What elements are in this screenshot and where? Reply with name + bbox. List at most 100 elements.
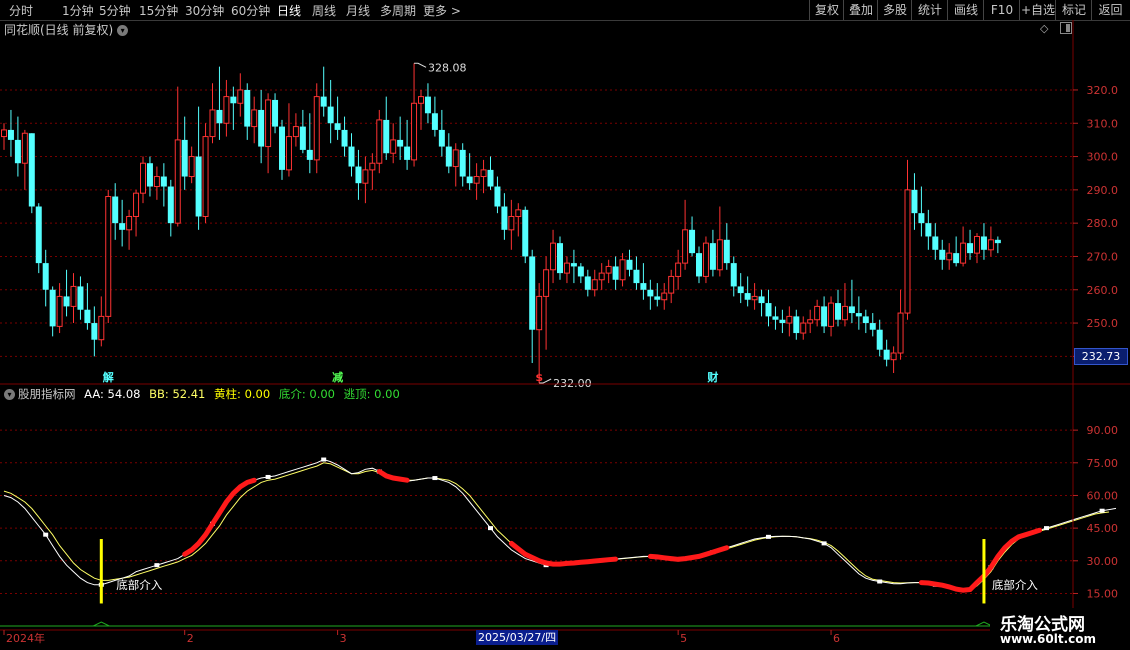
yellow-signal-bar	[982, 539, 986, 604]
price-tick-label: 300.0	[1087, 151, 1119, 164]
candle-body	[723, 239, 730, 264]
candle-body	[848, 306, 855, 314]
candle-body	[272, 99, 279, 127]
candle-body	[362, 169, 369, 184]
candle-body	[230, 96, 237, 104]
candle-body	[223, 96, 230, 124]
candle-body	[835, 303, 841, 320]
candle-body	[209, 109, 216, 138]
bb-label: BB:	[149, 387, 169, 401]
price-tick-label: 310.0	[1087, 117, 1119, 130]
candle-body	[369, 162, 376, 171]
candle-body	[612, 266, 619, 280]
candle-body	[494, 186, 501, 207]
indicator-name: 股朋指标网	[18, 387, 76, 401]
candle-body	[946, 252, 953, 261]
candle-body	[473, 176, 480, 184]
indicator-tick-label: 60.00	[1087, 489, 1119, 502]
aa-marker	[821, 541, 827, 546]
candle-body	[334, 123, 341, 130]
candle-body	[140, 162, 146, 194]
candle-body	[348, 146, 355, 167]
aa-marker	[154, 563, 160, 568]
candle-body	[35, 206, 42, 264]
chevron-down-icon[interactable]: ▾	[4, 389, 15, 400]
candle-body	[994, 239, 1001, 244]
candle-body	[28, 133, 35, 207]
candle-body	[536, 295, 543, 331]
candle-body	[772, 316, 779, 320]
candle-body	[716, 239, 723, 271]
escape-value: 0.00	[374, 387, 400, 401]
max-price-label: 328.08	[428, 61, 467, 74]
aa-readout: AA: 54.08	[84, 387, 140, 401]
candle-body	[397, 139, 404, 147]
candle-body	[431, 113, 438, 130]
candle-body	[181, 139, 188, 177]
candle-body	[744, 293, 751, 300]
candle-body	[411, 102, 418, 161]
candle-body	[126, 215, 133, 231]
aa-marker	[1099, 508, 1105, 513]
candle-body	[654, 296, 661, 300]
price-tick-label: 250.0	[1087, 317, 1119, 330]
aa-marker	[488, 526, 493, 531]
candle-body	[341, 129, 348, 147]
candle-body	[550, 242, 557, 271]
candle-body	[119, 223, 126, 230]
candle-body	[418, 96, 424, 104]
candle-body	[605, 265, 612, 274]
candle-body	[765, 303, 772, 317]
candle-body	[890, 352, 897, 361]
candle-body	[904, 189, 911, 314]
candle-body	[251, 109, 258, 128]
candle-body	[167, 186, 174, 224]
red-signal-segment	[508, 540, 619, 567]
candle-body	[237, 89, 244, 104]
candle-body	[807, 319, 814, 324]
watermark-url: www.60lt.com	[1000, 632, 1097, 646]
candle-body	[195, 156, 202, 217]
candle-body	[577, 266, 584, 277]
candle-body	[737, 286, 744, 294]
candle-body	[689, 229, 696, 254]
candle-body	[967, 243, 974, 254]
candle-body	[202, 136, 209, 217]
event-marker: 解	[103, 370, 114, 384]
indicator-header: ▾ 股朋指标网 AA: 54.08 BB: 52.41 黄柱: 0.00 底介: …	[4, 386, 405, 402]
candle-body	[730, 263, 737, 287]
aa-marker	[877, 579, 883, 584]
candle-body	[675, 262, 682, 277]
aa-series-line	[3, 458, 1117, 592]
candle-body	[279, 126, 285, 170]
candle-body	[779, 319, 786, 324]
candle-body	[543, 269, 550, 297]
candle-body	[869, 323, 876, 330]
candle-body	[355, 166, 362, 184]
candle-body	[265, 99, 272, 148]
bottom-label: 底介:	[278, 387, 306, 401]
event-marker: $	[535, 371, 543, 384]
current-price-tag: 232.73	[1074, 348, 1128, 365]
candle-body	[292, 126, 299, 138]
candle-body	[42, 263, 49, 290]
yellow-bar-label: 黄柱:	[214, 387, 241, 401]
indicator-tick-label: 30.00	[1087, 555, 1119, 568]
price-tick-label: 270.0	[1087, 250, 1119, 263]
candle-body	[841, 305, 848, 321]
aa-marker	[766, 534, 771, 539]
candle-body	[682, 229, 689, 264]
candle-body	[390, 139, 397, 154]
candle-body	[529, 256, 536, 330]
candle-body	[424, 96, 431, 114]
candle-body	[63, 296, 70, 307]
aa-marker	[432, 476, 438, 481]
candle-body	[709, 243, 716, 270]
candle-body	[897, 312, 904, 354]
indicator-tick-label: 75.00	[1087, 457, 1119, 470]
candle-body	[563, 262, 570, 274]
candle-body	[800, 322, 807, 334]
candle-body	[814, 305, 821, 321]
candle-body	[112, 196, 119, 224]
candle-body	[56, 295, 63, 327]
